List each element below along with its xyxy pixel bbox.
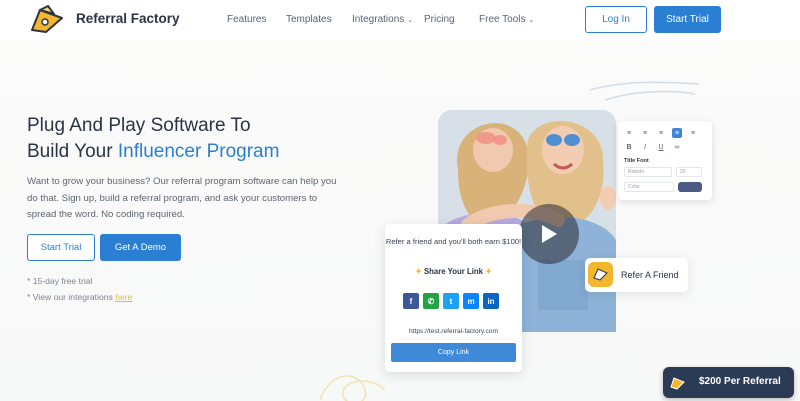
chevron-down-icon: ⌄ — [528, 17, 535, 24]
messenger-icon[interactable]: m — [463, 293, 479, 309]
share-heading-text: Share Your Link — [423, 267, 484, 276]
nav-integrations-label: Integrations — [352, 14, 405, 25]
headline-line-2: Build Your Influencer Program — [27, 139, 279, 165]
integrations-note: * View our integrations here — [27, 292, 132, 302]
brand-name[interactable]: Referral Factory — [76, 11, 180, 26]
bold-icon[interactable]: B — [624, 142, 634, 152]
share-message: Refer a friend and you'll both earn $100… — [385, 237, 522, 246]
headline-accent: Influencer Program — [117, 141, 280, 162]
color-swatch[interactable] — [678, 182, 702, 192]
start-trial-button[interactable]: Start Trial — [27, 234, 95, 261]
sparkle-icon: ✦ — [415, 267, 422, 276]
refer-friend-card[interactable]: Refer A Friend — [585, 258, 688, 292]
referral-url: https://test.referral-factory.com — [409, 328, 498, 335]
align-center-icon[interactable]: ≡ — [640, 128, 650, 138]
decorative-swirl — [589, 81, 700, 101]
nav-integrations[interactable]: Integrations ⌄ — [352, 14, 413, 25]
login-button[interactable]: Log In — [585, 6, 647, 33]
copy-link-button[interactable]: Copy Link — [391, 343, 516, 362]
nav-templates[interactable]: Templates — [286, 14, 332, 25]
headline-prefix: Build Your — [27, 141, 113, 162]
italic-icon[interactable]: I — [640, 142, 650, 152]
sparkle-icon: ✦ — [485, 267, 492, 276]
hero-description: Want to grow your business? Our referral… — [27, 176, 337, 220]
nav-features[interactable]: Features — [227, 14, 266, 25]
twitter-icon[interactable]: t — [443, 293, 459, 309]
top-navbar: Referral Factory Features Templates Inte… — [0, 0, 800, 40]
font-size-select[interactable]: 20 — [676, 167, 702, 177]
free-trial-note: * 15-day free trial — [27, 276, 93, 286]
align-right-icon[interactable]: ≡ — [656, 128, 666, 138]
start-trial-nav-button[interactable]: Start Trial — [654, 6, 721, 33]
headline-line-1: Plug And Play Software To — [27, 115, 251, 136]
per-referral-label: $200 Per Referral — [699, 376, 781, 387]
whatsapp-icon[interactable]: ✆ — [423, 293, 439, 309]
megaphone-icon — [670, 377, 685, 390]
font-family-select[interactable]: Roboto — [624, 167, 672, 177]
integrations-link[interactable]: here — [115, 292, 132, 302]
social-share-buttons: f ✆ t m in — [403, 293, 499, 309]
get-demo-button[interactable]: Get A Demo — [100, 234, 181, 261]
facebook-icon[interactable]: f — [403, 293, 419, 309]
megaphone-icon — [588, 262, 613, 287]
linkedin-icon[interactable]: in — [483, 293, 499, 309]
nav-pricing[interactable]: Pricing — [424, 14, 455, 25]
share-link-card: Refer a friend and you'll both earn $100… — [385, 224, 522, 372]
play-video-button[interactable] — [519, 204, 579, 264]
refer-friend-label: Refer A Friend — [621, 270, 679, 280]
underline-icon[interactable]: U — [656, 142, 666, 152]
referral-factory-logo-icon[interactable] — [28, 4, 68, 36]
link-icon[interactable]: ∞ — [672, 142, 682, 152]
share-heading: ✦ Share Your Link ✦ — [385, 267, 522, 276]
hero-headline: Plug And Play Software To Build Your Inf… — [27, 113, 279, 165]
align-justify-icon[interactable]: ≡ — [672, 128, 682, 138]
per-referral-badge[interactable]: $200 Per Referral — [663, 367, 794, 398]
color-field[interactable]: Color — [624, 182, 674, 192]
nav-free-tools-label: Free Tools — [479, 14, 526, 25]
integrations-note-text: * View our integrations — [27, 292, 113, 302]
nav-free-tools[interactable]: Free Tools ⌄ — [479, 14, 534, 25]
style-editor-card: ≡ ≡ ≡ ≡ ≡ B I U ∞ Title Font Roboto 20 C… — [618, 121, 712, 200]
align-full-icon[interactable]: ≡ — [688, 128, 698, 138]
play-icon — [542, 225, 557, 243]
decorative-loop — [319, 375, 386, 401]
align-left-icon[interactable]: ≡ — [624, 128, 634, 138]
title-font-label: Title Font — [624, 158, 649, 164]
chevron-down-icon: ⌄ — [407, 17, 414, 24]
